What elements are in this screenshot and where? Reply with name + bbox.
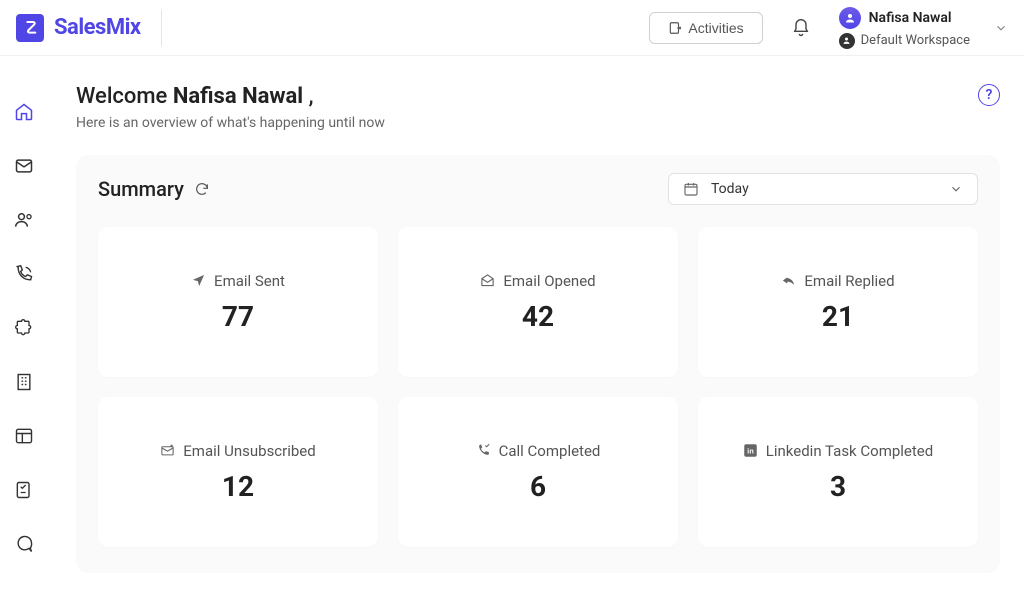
card-value: 21 <box>822 300 854 333</box>
sidebar-item-calls[interactable] <box>14 264 34 284</box>
sidebar-item-home[interactable] <box>14 102 34 122</box>
avatar <box>839 7 861 29</box>
refresh-button[interactable] <box>194 181 210 197</box>
date-range-select[interactable]: Today <box>668 173 978 205</box>
phone-check-icon <box>476 443 491 458</box>
sidebar-item-chat[interactable] <box>14 534 34 554</box>
card-email-unsubscribed: Email Unsubscribed 12 <box>98 397 378 547</box>
layout-icon <box>14 426 34 446</box>
checklist-icon <box>14 480 34 500</box>
card-value: 3 <box>830 470 846 503</box>
sidebar-item-companies[interactable] <box>14 372 34 392</box>
card-value: 12 <box>222 470 254 503</box>
card-value: 42 <box>522 300 554 333</box>
card-label: Email Unsubscribed <box>183 442 315 460</box>
card-call-completed: Call Completed 6 <box>398 397 678 547</box>
sidebar <box>0 56 48 606</box>
sidebar-item-integrations[interactable] <box>14 318 34 338</box>
card-label: Call Completed <box>499 442 601 460</box>
main-content: Welcome Nafisa Nawal , Here is an overvi… <box>48 56 1024 606</box>
calendar-icon <box>683 181 699 197</box>
chevron-down-icon <box>949 182 963 196</box>
logo[interactable]: SalesMix <box>16 10 162 46</box>
summary-cards: Email Sent 77 Email Opened 42 Email Repl… <box>98 227 978 547</box>
people-icon <box>14 210 34 230</box>
logo-mark-icon <box>16 14 44 42</box>
sidebar-item-tasks[interactable] <box>14 480 34 500</box>
home-icon <box>14 102 34 122</box>
summary-title: Summary <box>98 177 184 201</box>
card-value: 6 <box>530 470 546 503</box>
sidebar-item-contacts[interactable] <box>14 210 34 230</box>
workspace-icon <box>839 33 855 49</box>
card-label: Email Opened <box>503 272 595 290</box>
send-icon <box>191 273 206 288</box>
bell-icon <box>791 18 811 38</box>
sidebar-item-templates[interactable] <box>14 426 34 446</box>
page-subtitle: Here is an overview of what's happening … <box>76 115 385 131</box>
card-linkedin-task-completed: in Linkedin Task Completed 3 <box>698 397 978 547</box>
puzzle-icon <box>14 318 34 338</box>
reply-icon <box>781 273 796 288</box>
logo-text: SalesMix <box>54 15 141 40</box>
user-menu[interactable]: Nafisa Nawal Default Workspace <box>839 7 1008 49</box>
card-label: Email Replied <box>804 272 894 290</box>
card-email-sent: Email Sent 77 <box>98 227 378 377</box>
building-icon <box>14 372 34 392</box>
user-name: Nafisa Nawal <box>869 10 952 26</box>
mail-open-icon <box>480 273 495 288</box>
mail-unsub-icon <box>160 443 175 458</box>
refresh-icon <box>194 181 210 197</box>
sidebar-item-mail[interactable] <box>14 156 34 176</box>
card-email-opened: Email Opened 42 <box>398 227 678 377</box>
summary-panel: Summary Today Email Sent <box>76 155 1000 573</box>
date-range-label: Today <box>711 181 937 197</box>
notifications-button[interactable] <box>781 18 821 38</box>
linkedin-icon: in <box>743 443 758 458</box>
workspace-name: Default Workspace <box>861 33 970 48</box>
header: SalesMix Activities Nafisa Nawal Default… <box>0 0 1024 56</box>
card-label: Email Sent <box>214 272 285 290</box>
card-email-replied: Email Replied 21 <box>698 227 978 377</box>
chat-icon <box>14 534 34 554</box>
activities-button[interactable]: Activities <box>649 12 762 44</box>
svg-text:in: in <box>747 447 754 456</box>
mail-icon <box>14 156 34 176</box>
page-title: Welcome Nafisa Nawal , <box>76 84 385 109</box>
card-label: Linkedin Task Completed <box>766 442 933 460</box>
activities-label: Activities <box>688 20 743 36</box>
chevron-down-icon <box>994 21 1008 35</box>
card-value: 77 <box>222 300 254 333</box>
help-button[interactable]: ? <box>978 84 1000 106</box>
activities-icon <box>668 21 682 35</box>
phone-icon <box>14 264 34 284</box>
